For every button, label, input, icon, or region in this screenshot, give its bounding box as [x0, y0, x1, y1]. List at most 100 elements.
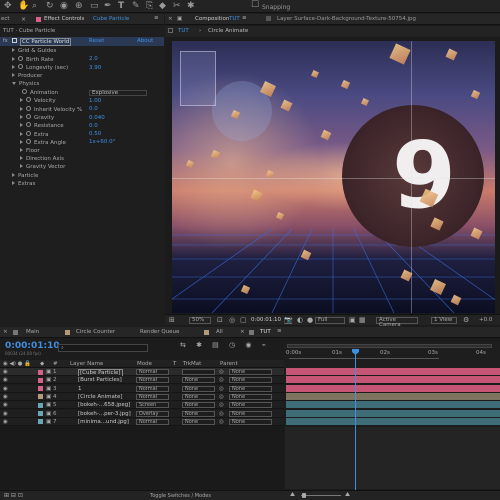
visibility-eye-icon[interactable]: ◉: [3, 411, 8, 417]
effect-property-row[interactable]: Gravity 0.040: [0, 113, 162, 121]
tab-main[interactable]: Main: [26, 329, 39, 335]
layer-duration-bar[interactable]: [286, 401, 500, 409]
effect-property-row[interactable]: Producer: [0, 72, 162, 80]
layer-label-color[interactable]: [38, 402, 43, 408]
layer-name[interactable]: [Circle Animate]: [78, 394, 123, 400]
stopwatch-icon[interactable]: [26, 122, 31, 128]
property-value[interactable]: 1.00: [89, 98, 101, 104]
parent-pickwhip-icon[interactable]: ◎: [219, 411, 224, 417]
visibility-eye-icon[interactable]: ◉: [3, 377, 8, 383]
track-matte-dropdown[interactable]: None: [182, 385, 215, 392]
layer-viewer-tab[interactable]: Layer Surface-Dark-Background-Texture-50…: [277, 16, 416, 22]
move-tool-icon[interactable]: ✥: [4, 2, 12, 11]
expand-triangle-icon[interactable]: [20, 139, 23, 144]
layer-name[interactable]: [minima...und.jpg]: [78, 419, 129, 425]
track-matte-dropdown[interactable]: None: [182, 377, 215, 384]
show-snapshot-icon[interactable]: ◐: [297, 316, 303, 324]
expand-triangle-icon[interactable]: [12, 172, 15, 177]
layer-duration-bar[interactable]: [286, 384, 500, 392]
timeline-switch-icons[interactable]: ⇆ ✱ ▤ ◷ ◉ ⌁: [180, 341, 270, 349]
stopwatch-icon[interactable]: [26, 105, 31, 111]
zoom-dropdown[interactable]: 50%: [189, 317, 211, 324]
subtab-circle-animate[interactable]: Circle Animate: [208, 28, 248, 34]
views-dropdown[interactable]: 1 View: [431, 317, 457, 324]
layer-duration-bar[interactable]: [286, 376, 500, 384]
property-value[interactable]: 0.040: [89, 115, 105, 121]
stopwatch-icon[interactable]: [18, 64, 23, 70]
expand-triangle-icon[interactable]: [20, 147, 23, 152]
expand-triangle-icon[interactable]: [20, 106, 23, 111]
property-value[interactable]: 1x+60.0°: [89, 139, 115, 145]
layer-name[interactable]: [bokeh-...658.jpeg]: [78, 402, 130, 408]
stopwatch-icon[interactable]: [22, 89, 27, 95]
layer-label-color[interactable]: [38, 411, 43, 416]
layer-row[interactable]: ◉ ▣ 4 [Circle Animate] Normal None ◎ None: [0, 392, 284, 402]
blend-mode-dropdown[interactable]: Normal: [136, 393, 169, 400]
panel-menu-icon[interactable]: ≡: [242, 15, 247, 21]
layer-duration-bar[interactable]: [286, 392, 500, 400]
brush-tool-icon[interactable]: ✎: [132, 2, 140, 11]
zoom-in-icon[interactable]: ⛰: [345, 491, 350, 499]
track-matte-dropdown[interactable]: None: [182, 418, 215, 425]
parent-dropdown[interactable]: None: [229, 393, 272, 400]
track-matte-dropdown[interactable]: None: [182, 410, 215, 417]
property-value[interactable]: 0.50: [89, 131, 101, 137]
expand-triangle-icon[interactable]: [20, 164, 23, 169]
timeline-timecode[interactable]: 0:00:01:10: [5, 341, 60, 351]
parent-dropdown[interactable]: None: [229, 377, 272, 384]
panel-tab-stub[interactable]: ect: [1, 16, 10, 22]
expand-triangle-icon[interactable]: [20, 131, 23, 136]
current-time-display[interactable]: 0:00:01:10: [251, 317, 281, 323]
camera-tool-icon[interactable]: ◉: [60, 2, 68, 11]
expand-triangle-icon[interactable]: [12, 73, 15, 78]
zoom-tool-icon[interactable]: ⌕: [32, 2, 37, 11]
layer-label-color[interactable]: [38, 394, 43, 400]
close-icon[interactable]: ×: [3, 329, 8, 335]
close-icon[interactable]: ×: [21, 16, 26, 23]
property-value[interactable]: 0.0: [89, 123, 98, 129]
snapping-checkbox[interactable]: ☐: [251, 1, 259, 10]
blend-mode-dropdown[interactable]: Screen: [136, 402, 169, 409]
layer-row[interactable]: ◉ ▣ 5 [bokeh-...658.jpeg] Screen None ◎ None: [0, 401, 284, 410]
clone-tool-icon[interactable]: ⎘: [146, 2, 153, 11]
effect-property-row[interactable]: Gravity Vector: [0, 163, 162, 171]
layer-label-color[interactable]: [38, 419, 43, 425]
effect-property-row[interactable]: Birth Rate 2.0: [0, 55, 162, 63]
parent-pickwhip-icon[interactable]: ◎: [219, 369, 224, 375]
effect-property-row[interactable]: Velocity 1.00: [0, 97, 162, 105]
subtab-tut[interactable]: TUT: [178, 28, 189, 34]
layer-row[interactable]: ◉ ▣ 2 [Burst Particles] Normal None ◎ None: [0, 376, 284, 385]
toggle-switches-modes[interactable]: Toggle Switches / Modes: [150, 493, 211, 499]
effect-property-row[interactable]: Animation Explosive: [0, 89, 162, 97]
layer-row[interactable]: ◉ ▣ 7 [minima...und.jpg] Normal None ◎ None: [0, 417, 284, 426]
expand-triangle-icon[interactable]: [12, 48, 15, 53]
layer-duration-bar[interactable]: [286, 409, 500, 417]
visibility-eye-icon[interactable]: ◉: [3, 369, 8, 375]
property-value[interactable]: Explosive: [89, 89, 147, 96]
expand-triangle-icon[interactable]: [12, 65, 15, 70]
parent-pickwhip-icon[interactable]: ◎: [219, 402, 224, 408]
tab-circle-counter[interactable]: Circle Counter: [76, 329, 115, 335]
rotate-tool-icon[interactable]: ↻: [46, 2, 54, 11]
track-matte-dropdown[interactable]: [182, 369, 215, 375]
camera-dropdown[interactable]: Active Camera: [376, 317, 418, 328]
parent-dropdown[interactable]: None: [229, 385, 272, 392]
property-value[interactable]: 2.0: [89, 56, 98, 62]
parent-pickwhip-icon[interactable]: ◎: [219, 394, 224, 400]
visibility-eye-icon[interactable]: ◉: [3, 402, 8, 408]
about-link[interactable]: About: [137, 38, 153, 44]
effect-property-row[interactable]: Extras: [0, 180, 162, 188]
exposure-value[interactable]: +0.0: [479, 317, 492, 323]
effect-property-row[interactable]: Longevity (sec) 3.90: [0, 64, 162, 72]
stopwatch-icon[interactable]: [26, 138, 31, 144]
layer-label-color[interactable]: [38, 377, 43, 383]
enable-effect-checkbox[interactable]: [12, 38, 17, 43]
safe-zones-icon[interactable]: ⊞: [169, 316, 175, 324]
lock-icon[interactable]: ▣: [177, 16, 182, 22]
parent-dropdown[interactable]: None: [229, 369, 272, 375]
reset-link[interactable]: Reset: [89, 38, 104, 44]
blend-mode-dropdown[interactable]: Normal: [136, 377, 169, 384]
stopwatch-icon[interactable]: [18, 55, 23, 61]
layer-label-color[interactable]: [38, 369, 43, 375]
tab-all[interactable]: All: [216, 329, 223, 335]
